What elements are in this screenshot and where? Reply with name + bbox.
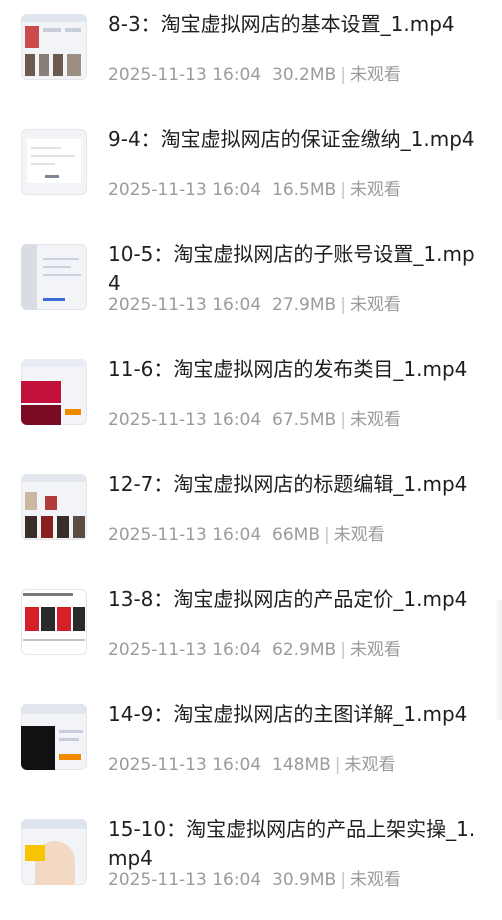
video-title[interactable]: 8-3：淘宝虚拟网店的基本设置_1.mp4 <box>108 10 478 39</box>
video-title[interactable]: 13-8：淘宝虚拟网店的产品定价_1.mp4 <box>108 585 478 614</box>
video-date: 2025-11-13 16:04 <box>108 295 262 315</box>
video-thumbnail[interactable] <box>21 704 87 770</box>
list-item[interactable]: 15-10：淘宝虚拟网店的产品上架实操_1.mp4 2025-11-13 16:… <box>0 805 502 920</box>
video-thumbnail[interactable] <box>21 14 87 80</box>
video-size: 148MB <box>272 755 331 775</box>
video-thumbnail[interactable] <box>21 474 87 540</box>
video-date: 2025-11-13 16:04 <box>108 870 262 890</box>
video-size: 66MB <box>272 525 320 545</box>
watch-status: 未观看 <box>333 525 385 545</box>
video-title[interactable]: 11-6：淘宝虚拟网店的发布类目_1.mp4 <box>108 355 478 384</box>
watch-status: 未观看 <box>349 410 401 430</box>
video-thumbnail[interactable] <box>21 129 87 195</box>
watch-status: 未观看 <box>349 870 401 890</box>
list-item[interactable]: 11-6：淘宝虚拟网店的发布类目_1.mp4 2025-11-13 16:04 … <box>0 345 502 460</box>
video-thumbnail[interactable] <box>21 819 87 885</box>
video-thumbnail[interactable] <box>21 244 87 310</box>
video-size: 27.9MB <box>272 295 337 315</box>
video-date: 2025-11-13 16:04 <box>108 180 262 200</box>
video-title[interactable]: 14-9：淘宝虚拟网店的主图详解_1.mp4 <box>108 700 478 729</box>
video-title[interactable]: 12-7：淘宝虚拟网店的标题编辑_1.mp4 <box>108 470 478 499</box>
video-date: 2025-11-13 16:04 <box>108 410 262 430</box>
video-date: 2025-11-13 16:04 <box>108 525 262 545</box>
video-meta: 2025-11-13 16:04 30.2MB | 未观看 <box>108 65 401 85</box>
list-item[interactable]: 9-4：淘宝虚拟网店的保证金缴纳_1.mp4 2025-11-13 16:04 … <box>0 115 502 230</box>
video-size: 67.5MB <box>272 410 337 430</box>
video-size: 30.9MB <box>272 870 337 890</box>
video-title[interactable]: 9-4：淘宝虚拟网店的保证金缴纳_1.mp4 <box>108 125 478 154</box>
list-item[interactable]: 12-7：淘宝虚拟网店的标题编辑_1.mp4 2025-11-13 16:04 … <box>0 460 502 575</box>
video-thumbnail[interactable] <box>21 589 87 655</box>
list-item[interactable]: 10-5：淘宝虚拟网店的子账号设置_1.mp4 2025-11-13 16:04… <box>0 230 502 345</box>
watch-status: 未观看 <box>349 295 401 315</box>
video-meta: 2025-11-13 16:04 62.9MB | 未观看 <box>108 640 401 660</box>
video-size: 62.9MB <box>272 640 337 660</box>
list-item[interactable]: 13-8：淘宝虚拟网店的产品定价_1.mp4 2025-11-13 16:04 … <box>0 575 502 690</box>
video-meta: 2025-11-13 16:04 16.5MB | 未观看 <box>108 180 401 200</box>
video-date: 2025-11-13 16:04 <box>108 640 262 660</box>
video-size: 16.5MB <box>272 180 337 200</box>
video-thumbnail[interactable] <box>21 359 87 425</box>
video-title[interactable]: 15-10：淘宝虚拟网店的产品上架实操_1.mp4 <box>108 815 478 873</box>
video-date: 2025-11-13 16:04 <box>108 755 262 775</box>
video-size: 30.2MB <box>272 65 337 85</box>
list-item[interactable]: 8-3：淘宝虚拟网店的基本设置_1.mp4 2025-11-13 16:04 3… <box>0 0 502 115</box>
scroll-edge-handle <box>494 600 502 720</box>
video-date: 2025-11-13 16:04 <box>108 65 262 85</box>
video-meta: 2025-11-13 16:04 30.9MB | 未观看 <box>108 870 401 890</box>
watch-status: 未观看 <box>349 65 401 85</box>
video-meta: 2025-11-13 16:04 148MB | 未观看 <box>108 755 396 775</box>
list-item[interactable]: 14-9：淘宝虚拟网店的主图详解_1.mp4 2025-11-13 16:04 … <box>0 690 502 805</box>
watch-status: 未观看 <box>349 640 401 660</box>
watch-status: 未观看 <box>349 180 401 200</box>
watch-status: 未观看 <box>344 755 396 775</box>
video-meta: 2025-11-13 16:04 66MB | 未观看 <box>108 525 385 545</box>
video-title[interactable]: 10-5：淘宝虚拟网店的子账号设置_1.mp4 <box>108 240 478 298</box>
video-meta: 2025-11-13 16:04 67.5MB | 未观看 <box>108 410 401 430</box>
video-meta: 2025-11-13 16:04 27.9MB | 未观看 <box>108 295 401 315</box>
